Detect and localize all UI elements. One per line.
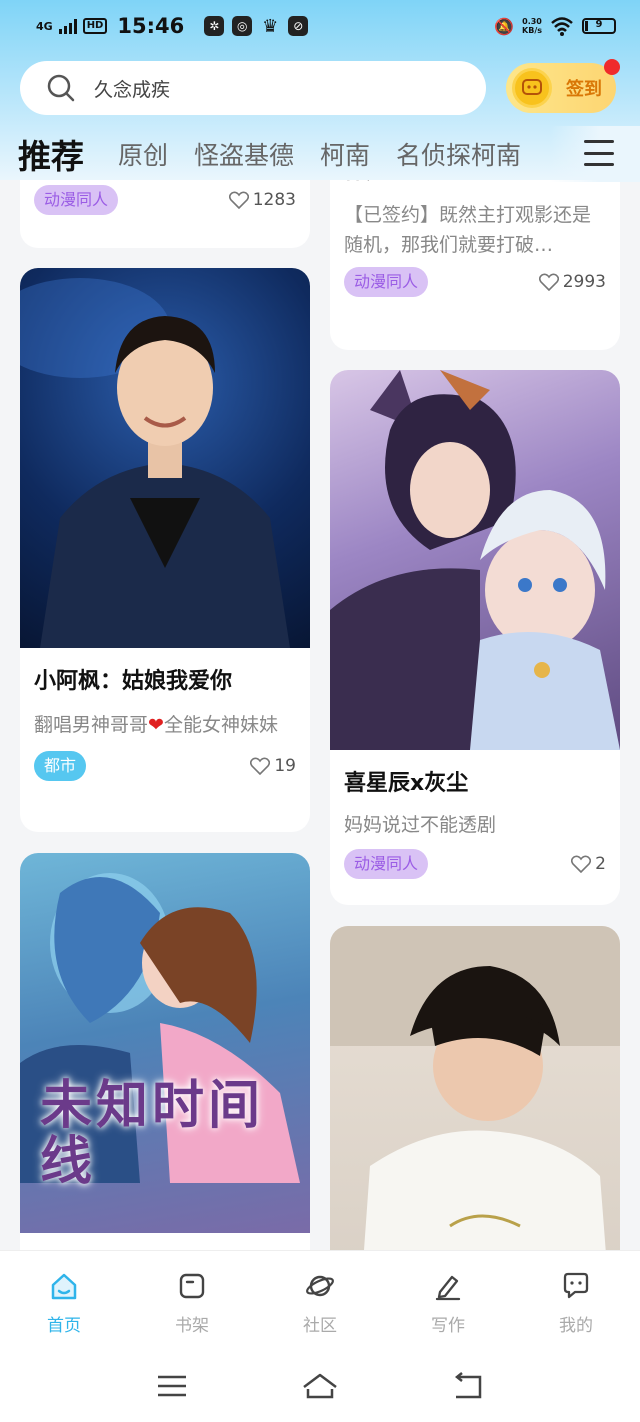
signal-icon	[58, 18, 77, 34]
crown-icon: ♛	[262, 15, 279, 37]
book-title: 喜星辰x灰尘	[344, 771, 469, 796]
search-icon	[47, 74, 75, 102]
nav-write[interactable]: 写作	[384, 1251, 512, 1350]
app-notification-icon: ⊘	[288, 16, 309, 36]
back-icon[interactable]	[450, 1371, 486, 1401]
tab-kaito-kid[interactable]: 怪盗基德	[194, 136, 294, 172]
nav-bookshelf[interactable]: 书架	[128, 1251, 256, 1350]
book-card[interactable]: 未知时间线	[20, 853, 310, 1250]
heart-emoji-icon: ❤	[148, 714, 164, 736]
genre-tag: 都市	[34, 751, 87, 781]
checkin-button[interactable]: 签到	[506, 59, 620, 113]
menu-icon[interactable]	[154, 1371, 190, 1401]
status-bar: 4G HD 15:46 ✲ ◎ ♛ ⊘ 🔕 0.30 KB/s 9	[0, 0, 640, 52]
app-notification-icon: ✲	[204, 16, 225, 36]
pen-icon	[435, 1275, 461, 1301]
menu-icon[interactable]	[584, 140, 614, 166]
like-count[interactable]: 19	[250, 756, 296, 776]
clock: 15:46	[117, 14, 185, 38]
bottom-nav: 首页 书架 社区 写作 我的	[0, 1250, 640, 1350]
search-placeholder: 久念成疾	[94, 78, 171, 101]
search-input[interactable]: 久念成疾	[20, 61, 486, 115]
book-cover: 未知时间线	[20, 853, 310, 1233]
genre-tag: 动漫同人	[344, 267, 429, 297]
checkin-label: 签到	[566, 79, 602, 100]
book-cover	[20, 268, 310, 648]
nav-label: 首页	[47, 1316, 81, 1336]
heart-icon	[250, 757, 271, 775]
home-icon	[51, 1273, 77, 1300]
tab-conan[interactable]: 柯南	[320, 136, 370, 172]
book-description: 妈妈说过不能透剧	[344, 814, 497, 836]
book-cover	[330, 926, 620, 1250]
wifi-icon	[551, 17, 573, 36]
book-cover	[330, 370, 620, 750]
cover-illustration	[330, 926, 620, 1250]
genre-tag: 动漫同人	[344, 849, 429, 879]
network-speed: 0.30 KB/s	[522, 17, 542, 35]
book-description: 翻唱男神哥哥❤全能女神妹妹	[34, 714, 278, 736]
content-feed[interactable]: 动漫同人 1283 体） 【已签约】既然主打观影还是随机，那我们就要打破… 动漫…	[0, 180, 640, 1250]
home-button-icon[interactable]	[298, 1371, 342, 1401]
book-description: 【已签约】既然主打观影还是随机，那我们就要打破…	[344, 204, 592, 256]
heart-icon	[228, 191, 249, 209]
network-type: 4G	[36, 19, 53, 33]
mute-icon: 🔕	[494, 16, 515, 36]
heart-icon	[571, 855, 592, 873]
genre-tag: 动漫同人	[34, 185, 119, 215]
like-count[interactable]: 1283	[228, 190, 296, 210]
chat-icon	[563, 1272, 589, 1299]
category-tabs: 推荐 原创 怪盗基德 柯南 名侦探柯南	[0, 126, 640, 182]
cover-title-text: 未知时间线	[40, 1075, 265, 1192]
heart-icon	[538, 273, 559, 291]
book-card[interactable]: 体） 【已签约】既然主打观影还是随机，那我们就要打破… 动漫同人 2993	[330, 180, 620, 350]
notification-dot	[604, 59, 620, 75]
nav-community[interactable]: 社区	[256, 1251, 384, 1350]
book-card[interactable]	[330, 926, 620, 1250]
like-count[interactable]: 2993	[538, 272, 606, 292]
tab-detective-conan[interactable]: 名侦探柯南	[396, 136, 521, 172]
nav-label: 书架	[175, 1316, 209, 1336]
bookshelf-icon	[179, 1273, 205, 1299]
book-card[interactable]: 喜星辰x灰尘 妈妈说过不能透剧 动漫同人 2	[330, 370, 620, 905]
battery-icon: 9	[582, 18, 616, 34]
nav-profile[interactable]: 我的	[512, 1251, 640, 1350]
tab-recommend[interactable]: 推荐	[18, 130, 84, 178]
nav-label: 写作	[431, 1316, 465, 1336]
nav-label: 我的	[559, 1316, 593, 1336]
book-title: 小阿枫：姑娘我爱你	[34, 669, 233, 694]
like-count[interactable]: 2	[571, 854, 606, 874]
search-row: 久念成疾 签到	[20, 59, 620, 116]
hd-badge: HD	[82, 18, 108, 34]
nav-label: 社区	[303, 1316, 337, 1336]
nav-home[interactable]: 首页	[0, 1251, 128, 1350]
cover-illustration	[20, 278, 290, 648]
app-notification-icon: ◎	[232, 16, 253, 36]
system-nav-bar	[0, 1350, 640, 1422]
coin-face-icon	[512, 68, 552, 108]
planet-icon	[306, 1275, 334, 1297]
tab-original[interactable]: 原创	[118, 136, 168, 172]
book-card[interactable]: 小阿枫：姑娘我爱你 翻唱男神哥哥❤全能女神妹妹 都市 19	[20, 268, 310, 832]
book-card[interactable]: 动漫同人 1283	[20, 180, 310, 248]
cover-illustration	[330, 370, 620, 750]
